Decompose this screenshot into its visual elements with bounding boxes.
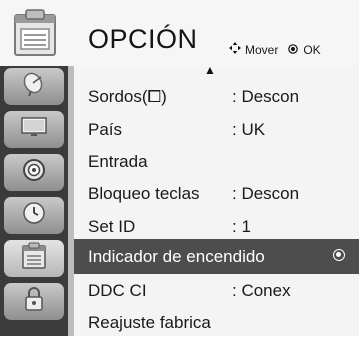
item-label: País	[88, 120, 123, 139]
list-item-hard-of-hearing[interactable]: Sordos(⧠) : Descon	[74, 79, 359, 114]
move-hint-label: Mover	[245, 42, 279, 57]
tab-time[interactable]	[4, 197, 64, 234]
tab-audio[interactable]	[4, 154, 64, 191]
ok-hint-label: OK	[303, 42, 321, 57]
navigation-hint: Mover OK	[229, 42, 321, 57]
item-label: Indicador de encendido	[88, 247, 265, 266]
list-item-ddc-ci[interactable]: DDC CI : Conex	[74, 273, 359, 308]
osd-menu: OPCIÓN Mover OK ▲ Sordos(⧠): Descon Paí…	[0, 0, 359, 336]
item-value: : Descon	[232, 87, 300, 106]
list-item-country[interactable]: País : UK	[74, 112, 359, 147]
tab-lock[interactable]	[4, 283, 64, 320]
menu-header: OPCIÓN Mover OK ▲	[0, 0, 359, 76]
four-arrow-move-icon	[229, 42, 241, 57]
selected-radio-icon	[333, 249, 345, 261]
padlock-icon	[23, 286, 45, 317]
speaker-audio-icon	[22, 158, 46, 187]
tab-channel[interactable]	[4, 68, 64, 105]
item-value: : 1	[232, 217, 251, 236]
item-label: Sordos(⧠)	[88, 87, 167, 106]
item-label: Reajuste fabrica	[88, 313, 211, 332]
tab-picture[interactable]	[4, 111, 64, 148]
satellite-dish-icon	[21, 71, 47, 102]
option-settings-icon	[21, 242, 47, 275]
ok-circle-icon	[288, 43, 299, 57]
item-label: Set ID	[88, 217, 136, 236]
item-label: DDC CI	[88, 281, 147, 300]
up-triangle-icon[interactable]: ▲	[204, 64, 216, 76]
tab-option[interactable]	[4, 240, 64, 277]
list-item-power-indicator[interactable]: Indicador de encendido	[74, 239, 359, 274]
item-label: Entrada	[88, 152, 148, 171]
item-label: Bloqueo teclas	[88, 184, 200, 203]
list-item-factory-reset[interactable]: Reajuste fabrica	[74, 305, 359, 340]
option-list: Sordos(⧠) : Descon País : UK Entrada Blo…	[74, 76, 359, 336]
item-value: : UK	[232, 120, 266, 139]
monitor-picture-icon	[20, 115, 48, 144]
list-item-key-lock[interactable]: Bloqueo teclas : Descon	[74, 176, 359, 211]
option-settings-icon	[2, 2, 68, 66]
page-title: OPCIÓN	[88, 24, 198, 54]
category-tabs	[0, 66, 68, 336]
item-value: : Descon	[232, 184, 300, 203]
clock-time-icon	[22, 201, 46, 230]
item-value: : Conex	[232, 281, 291, 300]
list-item-input[interactable]: Entrada	[74, 144, 359, 179]
